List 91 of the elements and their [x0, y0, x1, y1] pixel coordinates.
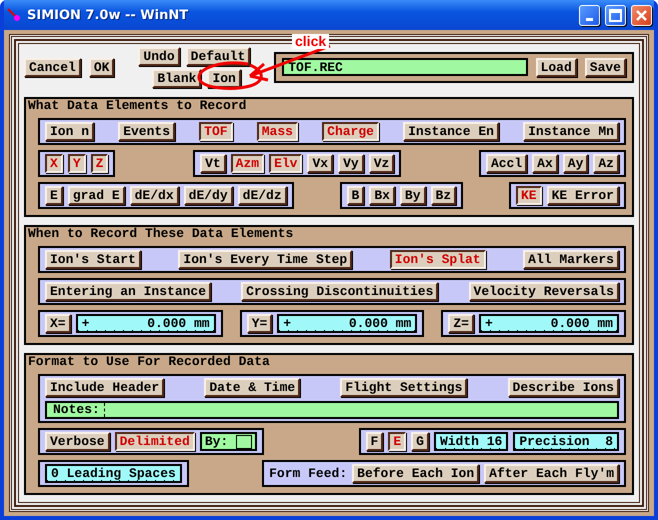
- action-button[interactable]: OK: [88, 58, 114, 76]
- toggle-button[interactable]: X: [45, 154, 63, 173]
- toggle-button[interactable]: E: [45, 186, 63, 205]
- coordinate-field[interactable]: + 0.000 mm: [277, 314, 418, 333]
- section-title: Format to Use For Recorded Data: [28, 355, 271, 369]
- toggle-button[interactable]: dE/dy: [184, 186, 233, 205]
- coordinate-field[interactable]: + 0.000 mm: [76, 314, 216, 333]
- action-button[interactable]: Undo: [138, 46, 180, 66]
- toggle-button[interactable]: Vy: [338, 154, 364, 173]
- toggle-button[interactable]: Z: [90, 154, 108, 173]
- toggle-button[interactable]: Vx: [307, 154, 334, 173]
- action-button[interactable]: X=: [45, 314, 71, 333]
- toggle-button[interactable]: dE/dx: [130, 186, 179, 205]
- action-button[interactable]: Save: [584, 58, 626, 76]
- notes-field[interactable]: Notes:: [45, 401, 619, 419]
- toggle-button[interactable]: Accl: [486, 154, 528, 173]
- toggle-button[interactable]: Charge: [322, 122, 379, 141]
- action-button[interactable]: Y=: [246, 314, 272, 333]
- toggle-button[interactable]: Date & Time: [204, 378, 300, 397]
- toggle-button[interactable]: Flight Settings: [340, 378, 468, 397]
- toggle-button[interactable]: Vz: [368, 154, 394, 173]
- toggle-button[interactable]: Ion's Splat: [390, 250, 486, 269]
- toggle-button[interactable]: Ion n: [45, 122, 94, 141]
- field-label: By:: [204, 434, 228, 450]
- sign-text: +: [283, 316, 292, 331]
- value-text: 0.000 mm: [348, 316, 412, 331]
- minimize-button[interactable]: [579, 4, 600, 26]
- toggle-button[interactable]: Ay: [562, 154, 588, 173]
- toggle-button[interactable]: Verbose: [45, 432, 110, 451]
- action-button[interactable]: Ion: [207, 68, 241, 88]
- close-button[interactable]: [631, 4, 652, 26]
- toggle-button[interactable]: B: [346, 186, 364, 205]
- toggle-button[interactable]: Delimited: [114, 432, 195, 451]
- toggle-button[interactable]: Vt: [200, 154, 226, 173]
- toggle-button[interactable]: Velocity Reversals: [468, 282, 619, 301]
- annotation-label: click: [292, 34, 330, 49]
- action-button[interactable]: Load: [536, 58, 577, 76]
- maximize-icon: [609, 8, 622, 22]
- sign-text: +: [484, 316, 493, 331]
- toggle-button[interactable]: Events: [118, 122, 175, 141]
- toggle-button[interactable]: By: [400, 186, 426, 205]
- section-title: What Data Elements to Record: [28, 99, 248, 113]
- action-button[interactable]: Default: [186, 46, 250, 66]
- toggle-button[interactable]: Mass: [256, 122, 298, 141]
- number-field[interactable]: Precision 8: [513, 432, 619, 451]
- toggle-button[interactable]: Instance En: [403, 122, 499, 141]
- toggle-button[interactable]: Ax: [532, 154, 558, 173]
- action-button[interactable]: Cancel: [24, 58, 81, 76]
- field-label: Notes:: [53, 402, 100, 418]
- toggle-button[interactable]: TOF: [199, 122, 233, 141]
- app-icon: [6, 7, 22, 23]
- toggle-button[interactable]: Y: [68, 154, 86, 173]
- value-text: 0.000 mm: [147, 316, 210, 331]
- filename-field[interactable]: TOF.REC: [282, 58, 528, 76]
- action-button[interactable]: Blank: [152, 68, 202, 88]
- number-field[interactable]: 0 Leading Spaces: [45, 464, 182, 483]
- toggle-button[interactable]: KE Error: [546, 186, 619, 205]
- toggle-button[interactable]: Az: [593, 154, 619, 173]
- toggle-button[interactable]: Entering an Instance: [45, 282, 212, 301]
- delimiter-field[interactable]: By:: [200, 432, 258, 451]
- input-box[interactable]: [236, 434, 252, 448]
- toggle-button[interactable]: KE: [516, 186, 542, 205]
- window-title: SIMION 7.0w -- WinNT: [27, 8, 190, 22]
- toggle-button[interactable]: F: [366, 432, 384, 451]
- toggle-button[interactable]: Before Each Ion: [352, 464, 480, 483]
- toggle-button[interactable]: grad E: [68, 186, 125, 205]
- toggle-button[interactable]: Bz: [430, 186, 456, 205]
- toggle-button[interactable]: Ion's Start: [45, 250, 141, 269]
- maximize-button[interactable]: [605, 4, 626, 26]
- toggle-button[interactable]: Describe Ions: [508, 378, 619, 397]
- field-label: Form Feed:: [269, 466, 348, 481]
- toggle-button[interactable]: dE/dz: [238, 186, 287, 205]
- toggle-button[interactable]: Elv: [269, 154, 302, 173]
- value-text: 0.000 mm: [550, 316, 613, 331]
- toggle-button[interactable]: Azm: [230, 154, 264, 173]
- toggle-button[interactable]: Crossing Discontinuities: [241, 282, 438, 301]
- close-icon: [635, 8, 648, 22]
- action-button[interactable]: Z=: [448, 314, 474, 333]
- toggle-button[interactable]: Bx: [369, 186, 395, 205]
- toggle-button[interactable]: Instance Mn: [523, 122, 619, 141]
- toggle-button[interactable]: Ion's Every Time Step: [178, 250, 352, 269]
- number-field[interactable]: Width 16: [434, 432, 508, 451]
- coordinate-field[interactable]: + 0.000 mm: [478, 314, 619, 333]
- toggle-button[interactable]: All Markers: [523, 250, 619, 269]
- toggle-button[interactable]: Include Header: [45, 378, 164, 397]
- section-title: When to Record These Data Elements: [28, 227, 294, 241]
- sign-text: +: [82, 316, 90, 331]
- toggle-button[interactable]: After Each Fly'm: [484, 464, 619, 483]
- minimize-icon: [586, 18, 593, 20]
- toggle-button[interactable]: E: [388, 432, 406, 451]
- toggle-button[interactable]: G: [411, 432, 429, 451]
